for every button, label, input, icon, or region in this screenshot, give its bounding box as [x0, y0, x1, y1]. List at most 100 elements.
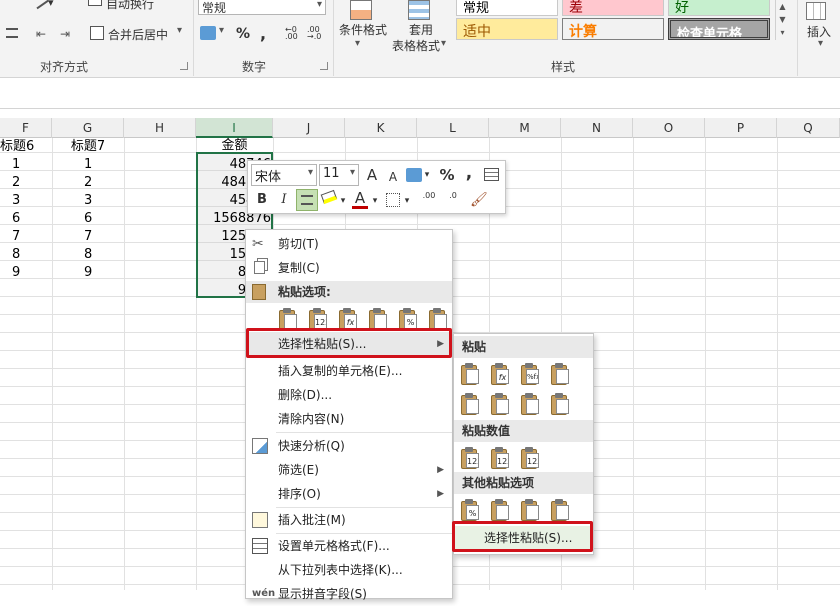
menu-item-sort[interactable]: 排序(O) ▶: [246, 482, 452, 506]
conditional-format-button[interactable]: 条件格式: [339, 21, 387, 38]
currency-dropdown-icon[interactable]: ▾: [219, 25, 224, 36]
column-header-m[interactable]: M: [489, 118, 561, 138]
insert-dropdown-icon[interactable]: ▾: [818, 38, 823, 49]
merge-center-icon[interactable]: [90, 26, 104, 40]
column-header-l[interactable]: L: [417, 118, 489, 138]
increase-decimal-button[interactable]: .00: [418, 191, 440, 211]
align-launcher-icon[interactable]: [180, 62, 188, 70]
conditional-format-icon[interactable]: [350, 0, 372, 20]
column-header-i[interactable]: I: [196, 118, 273, 138]
currency-format-icon[interactable]: [406, 168, 422, 182]
font-color-button[interactable]: A: [352, 189, 368, 209]
bold-button[interactable]: B: [252, 190, 272, 210]
menu-item-filter[interactable]: 筛选(E) ▶: [246, 458, 452, 482]
style-calculation[interactable]: 计算: [562, 18, 664, 40]
style-normal[interactable]: 常规: [456, 0, 558, 16]
font-color-dropdown-icon[interactable]: ▾: [370, 191, 380, 211]
orientation-dropdown-icon[interactable]: ▾: [48, 0, 54, 9]
table-format-button-line2[interactable]: 表格格式: [392, 37, 440, 54]
font-size-select[interactable]: 11 ▾: [319, 164, 359, 186]
format-painter-icon[interactable]: 🖌: [470, 192, 488, 208]
merge-center-button[interactable]: 合并后居中: [108, 26, 168, 43]
borders-dropdown-icon[interactable]: ▾: [402, 191, 412, 211]
cell-g[interactable]: 2: [84, 174, 92, 192]
comma-style-button[interactable]: ,: [260, 24, 266, 43]
column-header-n[interactable]: N: [561, 118, 633, 138]
cell-g-header[interactable]: 标题7: [52, 138, 124, 156]
column-header-g[interactable]: G: [52, 118, 124, 138]
increase-indent-icon[interactable]: ⇥: [60, 27, 76, 41]
menu-item-clear[interactable]: 清除内容(N): [246, 407, 452, 431]
cell-g[interactable]: 8: [84, 246, 92, 264]
cell-f[interactable]: 7: [12, 228, 20, 246]
cell-g[interactable]: 7: [84, 228, 92, 246]
table-format-button-line1[interactable]: 套用: [409, 21, 433, 38]
insert-cells-icon[interactable]: [806, 2, 826, 20]
menu-item-pick-list[interactable]: 从下拉列表中选择(K)...: [246, 558, 452, 582]
currency-format-icon[interactable]: [200, 26, 216, 40]
paste-picture-icon[interactable]: [520, 498, 540, 522]
paste-link-icon[interactable]: [490, 498, 510, 522]
cell-f[interactable]: 1: [12, 156, 20, 174]
center-align-button[interactable]: [296, 189, 318, 211]
align-lines-icon[interactable]: [6, 28, 18, 38]
menu-item-insert-comment[interactable]: 插入批注(M): [246, 508, 452, 532]
cell-i-header[interactable]: 金额: [196, 137, 273, 155]
cell-f-header[interactable]: 标题6: [0, 138, 52, 156]
number-launcher-icon[interactable]: [320, 62, 328, 70]
column-header-h[interactable]: H: [124, 118, 196, 138]
cell-g[interactable]: 3: [84, 192, 92, 210]
column-header-f[interactable]: F: [0, 118, 52, 138]
menu-item-delete[interactable]: 删除(D)...: [246, 383, 452, 407]
paste-formatting-icon[interactable]: %: [460, 498, 480, 522]
grow-font-button[interactable]: A: [363, 165, 381, 185]
decrease-decimal-button[interactable]: .0: [442, 191, 464, 211]
fill-color-dropdown-icon[interactable]: ▾: [338, 191, 348, 211]
fill-color-icon[interactable]: [320, 189, 338, 205]
table-format-dropdown-icon[interactable]: ▾: [441, 38, 446, 49]
paste-formulas-number-format-icon[interactable]: %fx: [520, 362, 540, 386]
percent-style-button[interactable]: %: [236, 26, 250, 42]
paste-values-number-format-icon[interactable]: 123: [490, 446, 510, 470]
cell-f[interactable]: 6: [12, 210, 20, 228]
wrap-text-button[interactable]: 自动换行: [106, 0, 154, 12]
style-bad[interactable]: 差: [562, 0, 664, 16]
accounting-table-icon[interactable]: [484, 168, 499, 181]
cell-f[interactable]: 9: [12, 264, 20, 282]
menu-item-copy[interactable]: 复制(C): [246, 256, 452, 280]
conditional-format-dropdown-icon[interactable]: ▾: [355, 38, 360, 49]
paste-formulas-icon[interactable]: fx: [490, 362, 510, 386]
font-name-select[interactable]: 宋体 ▾: [251, 164, 317, 186]
paste-values-icon[interactable]: 123: [460, 446, 480, 470]
cell-g[interactable]: 6: [84, 210, 92, 228]
decrease-decimal-icon[interactable]: .00 →.0: [307, 26, 323, 41]
paste-linked-picture-icon[interactable]: [550, 498, 570, 522]
percent-style-button[interactable]: %: [438, 165, 456, 185]
column-header-p[interactable]: P: [705, 118, 777, 138]
paste-transpose-icon[interactable]: [520, 392, 540, 416]
increase-decimal-icon[interactable]: ←0.00: [285, 26, 301, 41]
comma-style-button[interactable]: ,: [462, 163, 476, 183]
menu-item-insert-copied[interactable]: 插入复制的单元格(E)...: [246, 359, 452, 383]
cell-f[interactable]: 8: [12, 246, 20, 264]
column-header-o[interactable]: O: [633, 118, 705, 138]
merge-dropdown-icon[interactable]: ▾: [177, 25, 182, 36]
number-format-select[interactable]: 常规 ▾: [198, 0, 326, 15]
column-header-q[interactable]: Q: [777, 118, 840, 138]
borders-icon[interactable]: [386, 193, 400, 207]
style-check-cell[interactable]: 检查单元格: [668, 18, 770, 40]
cell-g[interactable]: 1: [84, 156, 92, 174]
paste-icon[interactable]: [460, 362, 480, 386]
formula-bar[interactable]: [0, 79, 840, 109]
italic-button[interactable]: I: [274, 190, 294, 210]
cell-f[interactable]: 2: [12, 174, 20, 192]
paste-keep-column-width-icon[interactable]: [490, 392, 510, 416]
style-good[interactable]: 好: [668, 0, 770, 16]
column-header-k[interactable]: K: [345, 118, 417, 138]
menu-item-phonetic[interactable]: wén 显示拼音字段(S): [246, 582, 452, 606]
menu-item-quick-analysis[interactable]: 快速分析(Q): [246, 434, 452, 458]
paste-no-borders-icon[interactable]: [460, 392, 480, 416]
styles-scroll[interactable]: ▲ ▼ ▾: [775, 0, 789, 40]
column-header-j[interactable]: J: [273, 118, 345, 138]
currency-dropdown-icon[interactable]: ▾: [422, 165, 432, 185]
